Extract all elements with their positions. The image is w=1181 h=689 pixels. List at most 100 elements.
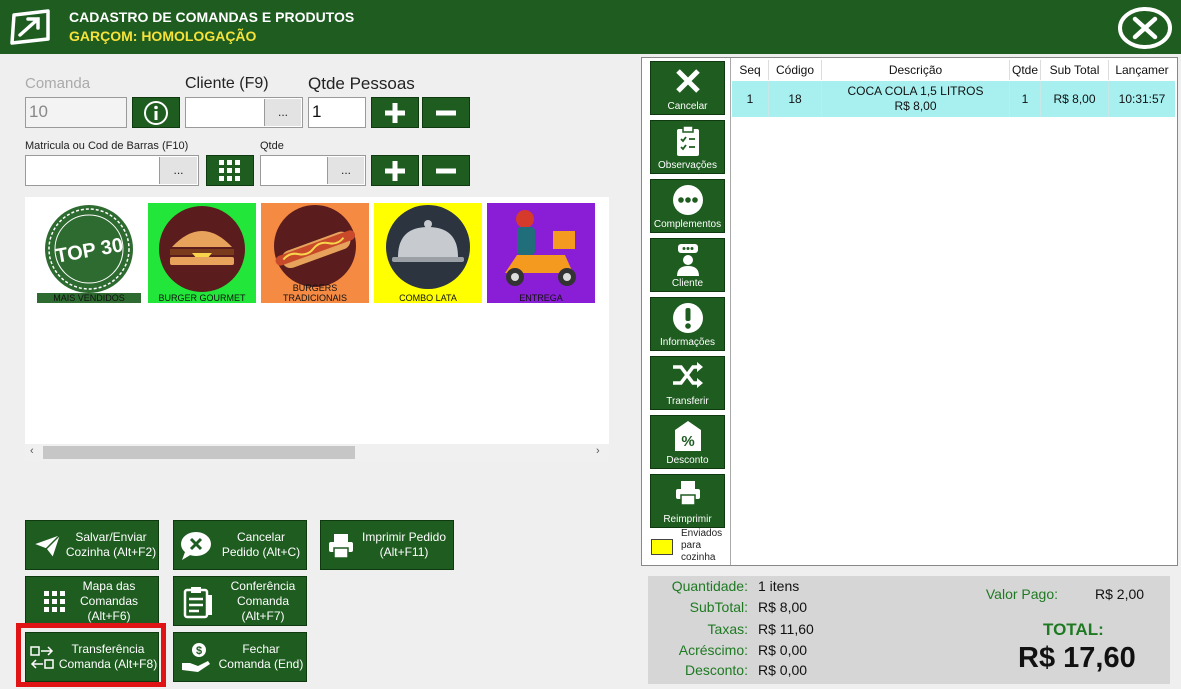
taxas-value: R$ 11,60 [758,621,814,637]
top30-badge-icon: TOP 30 [45,205,133,293]
desconto-value: R$ 0,00 [758,662,808,678]
sidebar-complementos-button[interactable]: Complementos [650,179,725,233]
conferencia-comanda-button[interactable]: Conferência Comanda (Alt+F7) [173,576,307,626]
cliente-search-button[interactable]: ... [264,99,301,126]
quantidade-value: 1 itens [758,578,800,594]
category-panel: TOP 30 MAIS VENDIDOS BURGER GOURMET BURG… [25,197,609,444]
waiter-name: GARÇOM: HOMOLOGAÇÃO [69,28,257,44]
more-dots-icon [672,185,703,215]
pessoas-minus-button[interactable] [422,97,470,128]
table-row[interactable]: 1 18 COCA COLA 1,5 LITROS R$ 8,00 1 R$ 8… [732,81,1175,117]
svg-text:%: % [681,433,694,450]
col-header-qtde[interactable]: Qtde [1010,60,1041,80]
comanda-label: Comanda [25,75,91,92]
burger-icon [159,206,245,292]
exclamation-icon [672,303,703,333]
minus-icon [436,110,456,115]
sidebar-label: Observações [658,160,717,171]
sidebar-informacoes-button[interactable]: Informações [650,297,725,351]
salvar-enviar-cozinha-button[interactable]: Salvar/Enviar Cozinha (Alt+F2) [25,520,159,570]
category-burgers-tradicionais[interactable]: BURGERS TRADICIONAIS [261,203,369,303]
item-price: R$ 8,00 [894,99,937,113]
clipboard-check-icon [676,125,699,156]
cancel-chat-icon [181,532,211,560]
grid-icon [219,159,240,181]
total-label: TOTAL: [1043,620,1104,639]
col-header-subtotal[interactable]: Sub Total [1041,60,1109,80]
close-x-icon [675,69,700,93]
sidebar-label: Cancelar [667,101,708,112]
category-label: MAIS VENDIDOS [37,293,141,303]
category-combo-lata[interactable]: COMBO LATA [374,203,482,303]
category-entrega[interactable]: ENTREGA [487,203,595,303]
category-burger-gourmet[interactable]: BURGER GOURMET [148,203,256,303]
scrollbar-thumb[interactable] [43,446,355,459]
sidebar-cancelar-button[interactable]: Cancelar [650,61,725,115]
sidebar-label: Reimprimir [663,514,712,525]
matricula-search-button[interactable]: ... [159,157,197,184]
info-icon [144,100,168,125]
paper-plane-icon [31,532,63,560]
category-mais-vendidos[interactable]: TOP 30 MAIS VENDIDOS [35,203,143,303]
svg-text:$: $ [196,645,202,657]
item-description: COCA COLA 1,5 LITROS [847,84,984,98]
cancelar-pedido-button[interactable]: Cancelar Pedido (Alt+C) [173,520,307,570]
sidebar-cliente-button[interactable]: Cliente [650,238,725,292]
category-label: BURGER GOURMET [158,293,246,303]
highlight-box [16,623,166,687]
scroll-right-icon[interactable]: › [596,445,600,457]
sidebar-label: Cliente [671,278,704,289]
fechar-comanda-button[interactable]: $ Fechar Comanda (End) [173,632,307,682]
pessoas-input[interactable]: 1 [308,97,366,128]
sidebar-label: Transferir [666,396,709,407]
total-value: R$ 17,60 [1018,642,1136,674]
col-header-descricao[interactable]: Descrição [822,60,1010,80]
col-header-seq[interactable]: Seq [732,60,769,80]
col-header-lancamento[interactable]: Lançamer [1109,60,1175,80]
imprimir-pedido-button[interactable]: Imprimir Pedido (Alt+F11) [320,520,454,570]
pessoas-plus-button[interactable] [371,97,419,128]
qtde-label: Qtde [260,140,284,152]
sidebar-desconto-button[interactable]: % Desconto [650,415,725,469]
acrescimo-label: Acréscimo: [678,642,748,658]
sidebar-reimprimir-button[interactable]: Reimprimir [650,474,725,528]
cell-descricao: COCA COLA 1,5 LITROS R$ 8,00 [822,81,1010,117]
qtde-search-button[interactable]: ... [327,157,364,184]
cell-subtotal: R$ 8,00 [1041,81,1109,117]
close-icon[interactable] [1117,6,1173,50]
valor-pago-label: Valor Pago: [985,586,1058,602]
conferencia-label: Conferência Comanda (Alt+F7) [230,579,296,623]
qtde-minus-button[interactable] [422,155,470,186]
qtde-plus-button[interactable] [371,155,419,186]
pessoas-label: Qtde Pessoas [308,74,415,93]
category-scrollbar[interactable]: ‹ › [25,444,609,461]
mapa-comandas-button[interactable]: Mapa das Comandas (Alt+F6) [25,576,159,626]
acrescimo-value: R$ 0,00 [758,642,808,658]
fechar-label: Fechar Comanda (End) [218,642,304,671]
printer-icon [329,534,353,559]
printer-icon [675,481,700,506]
app-logo-icon [10,9,50,45]
sidebar-label: Desconto [666,455,709,466]
scroll-left-icon[interactable]: ‹ [30,445,34,457]
sidebar-label: Complementos [653,219,722,230]
percent-tag-icon: % [674,421,701,451]
grid-icon [44,591,65,612]
sidebar-observacoes-button[interactable]: Observações [650,120,725,174]
sidebar-label: Informações [659,337,716,348]
order-sidebar: Cancelar Observações Complementos Client… [642,58,731,565]
shuffle-icon [672,362,703,388]
sidebar-transferir-button[interactable]: Transferir [650,356,725,410]
desconto-label: Desconto: [684,662,748,678]
clipboard-list-icon [183,587,212,619]
cell-seq: 1 [732,81,769,117]
plus-icon [385,160,405,181]
col-header-codigo[interactable]: Código [769,60,822,80]
category-label: BURGERS TRADICIONAIS [282,283,347,303]
title-bar: CADASTRO DE COMANDAS E PRODUTOS GARÇOM: … [0,0,1181,54]
hand-money-icon: $ [182,643,210,672]
comanda-info-button[interactable] [132,97,180,128]
cliente-label: Cliente (F9) [185,75,269,92]
totals-panel: Quantidade: 1 itens SubTotal: R$ 8,00 Ta… [648,576,1170,684]
product-grid-button[interactable] [206,155,254,186]
